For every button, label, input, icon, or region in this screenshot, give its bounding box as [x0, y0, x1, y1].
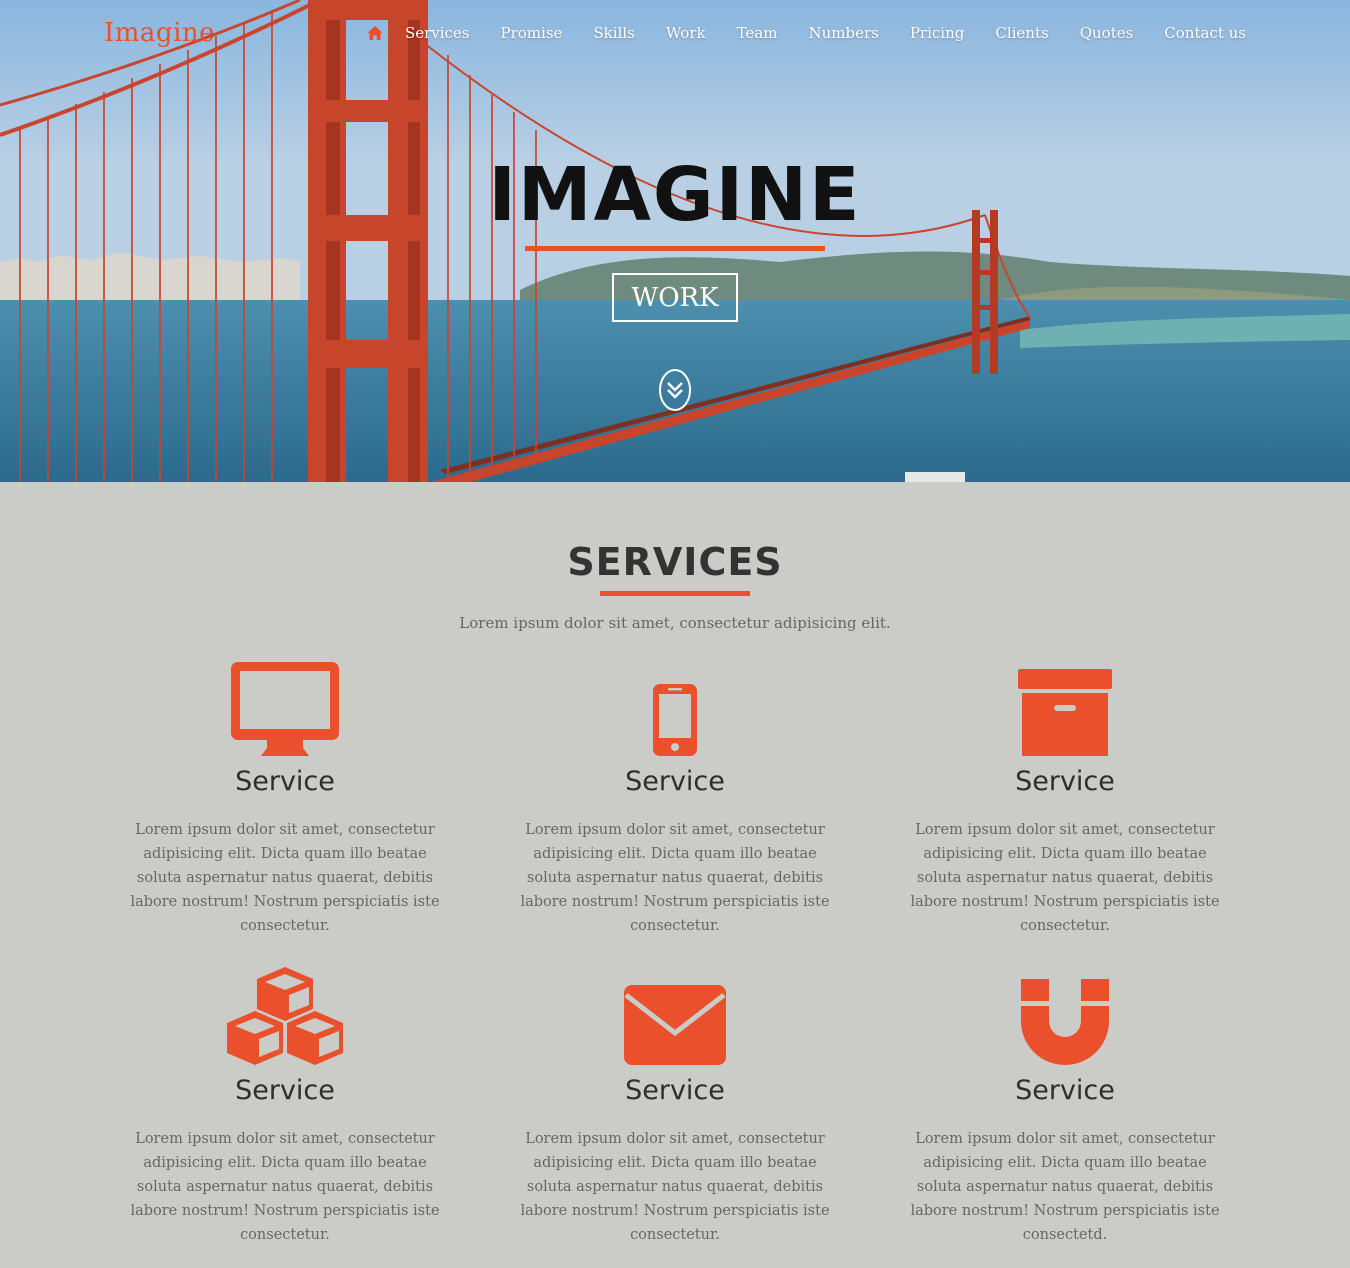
service-title: Service	[625, 766, 725, 797]
envelope-icon	[624, 985, 726, 1065]
service-title: Service	[235, 766, 335, 797]
service-card: Service Lorem ipsum dolor sit amet, cons…	[120, 656, 450, 938]
services-title: SERVICES	[567, 540, 783, 584]
desktop-icon	[231, 662, 339, 756]
service-text: Lorem ipsum dolor sit amet, consectetur …	[130, 822, 440, 934]
service-text: Lorem ipsum dolor sit amet, consectetur …	[130, 1131, 440, 1243]
top-navbar: Imagine Services Promise Skills Work Tea…	[0, 0, 1350, 68]
hero-title-underline	[525, 246, 825, 251]
service-card: Service Lorem ipsum dolor sit amet, cons…	[900, 656, 1230, 938]
double-chevron-down-icon[interactable]	[658, 368, 692, 412]
nav-link-promise[interactable]: Promise	[501, 24, 563, 42]
nav-link-contact[interactable]: Contact us	[1164, 24, 1246, 42]
service-title: Service	[625, 1075, 725, 1106]
work-button[interactable]: WORK	[612, 273, 738, 322]
service-card: Service Lorem ipsum dolor sit amet, cons…	[120, 965, 450, 1247]
hero-title: IMAGINE	[488, 152, 862, 238]
nav-link-team[interactable]: Team	[737, 24, 778, 42]
service-title: Service	[1015, 1075, 1115, 1106]
nav-link-clients[interactable]: Clients	[995, 24, 1048, 42]
nav-link-skills[interactable]: Skills	[593, 24, 634, 42]
services-subtitle: Lorem ipsum dolor sit amet, consectetur …	[459, 614, 891, 632]
home-icon[interactable]	[367, 25, 383, 41]
service-card: Service Lorem ipsum dolor sit amet, cons…	[900, 965, 1230, 1247]
cubes-icon	[227, 967, 343, 1065]
services-title-underline	[600, 591, 750, 596]
mobile-icon	[653, 684, 697, 756]
service-title: Service	[235, 1075, 335, 1106]
service-text: Lorem ipsum dolor sit amet, consectetur …	[910, 822, 1220, 934]
magnet-icon	[1021, 979, 1109, 1065]
main-menu: Services Promise Skills Work Team Number…	[367, 24, 1246, 42]
service-text: Lorem ipsum dolor sit amet, consectetur …	[910, 1131, 1220, 1243]
archive-box-icon	[1018, 669, 1112, 756]
site-logo[interactable]: Imagine	[104, 18, 215, 48]
services-section: SERVICES Lorem ipsum dolor sit amet, con…	[0, 482, 1350, 1268]
service-card: Service Lorem ipsum dolor sit amet, cons…	[510, 965, 840, 1247]
nav-link-quotes[interactable]: Quotes	[1080, 24, 1134, 42]
hero-section: Imagine Services Promise Skills Work Tea…	[0, 0, 1350, 482]
nav-link-pricing[interactable]: Pricing	[910, 24, 965, 42]
service-card: Service Lorem ipsum dolor sit amet, cons…	[510, 656, 840, 938]
service-text: Lorem ipsum dolor sit amet, consectetur …	[520, 822, 830, 934]
nav-link-work[interactable]: Work	[666, 24, 706, 42]
nav-link-numbers[interactable]: Numbers	[808, 24, 878, 42]
service-title: Service	[1015, 766, 1115, 797]
service-text: Lorem ipsum dolor sit amet, consectetur …	[520, 1131, 830, 1243]
nav-link-services[interactable]: Services	[405, 24, 470, 42]
